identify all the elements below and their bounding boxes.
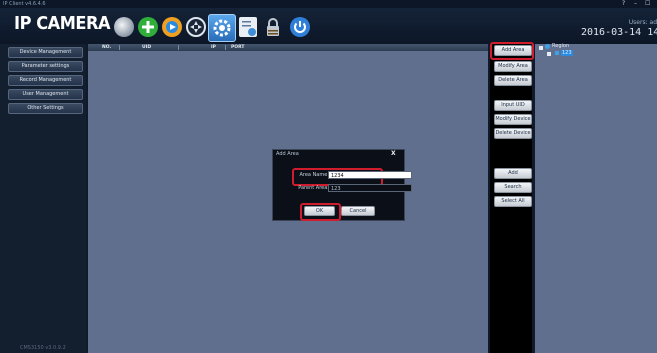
- column-no[interactable]: NO.: [102, 44, 111, 51]
- select-all-button[interactable]: Select All: [494, 196, 532, 207]
- area-name-label: Area Name:: [299, 172, 329, 178]
- device-table-header: NO. UID IP PORT: [88, 44, 488, 51]
- sidebar-item-user-management[interactable]: User Management: [8, 89, 83, 100]
- minimize-button[interactable]: –: [634, 0, 637, 8]
- ok-button[interactable]: OK: [304, 206, 335, 216]
- column-ip[interactable]: IP: [211, 44, 216, 51]
- add-button[interactable]: Add: [494, 168, 532, 179]
- column-uid[interactable]: UID: [142, 44, 151, 51]
- add-area-button[interactable]: Add Area: [494, 45, 532, 56]
- area-icon: [555, 51, 559, 55]
- column-divider: [225, 45, 226, 50]
- column-port[interactable]: PORT: [231, 44, 244, 51]
- tree-node-123[interactable]: 123: [561, 50, 573, 56]
- direction-icon: [190, 21, 202, 33]
- column-divider: [119, 45, 120, 50]
- maximize-button[interactable]: ☐: [645, 0, 650, 8]
- play-icon: [166, 21, 178, 33]
- cancel-button[interactable]: Cancel: [341, 206, 375, 216]
- help-button[interactable]: ?: [622, 0, 625, 8]
- playback-icon[interactable]: [162, 17, 182, 37]
- padlock-icon: [267, 18, 279, 36]
- dialog-title: Add Area: [276, 151, 299, 157]
- camera-view-icon[interactable]: [114, 17, 134, 37]
- window-title-bar: IP Client v4.6.4.6 ? – ☐: [0, 0, 657, 8]
- app-logo: IP CAMERA: [14, 13, 111, 34]
- sidebar-item-other-settings[interactable]: Other Settings: [8, 103, 83, 114]
- window-title: IP Client v4.6.4.6: [3, 1, 46, 7]
- plus-icon: [142, 21, 154, 33]
- column-divider: [178, 45, 179, 50]
- lock-icon[interactable]: [265, 17, 281, 37]
- close-icon[interactable]: X: [391, 150, 396, 157]
- tree-collapse-icon[interactable]: [539, 46, 543, 50]
- area-name-input[interactable]: 1234: [328, 171, 412, 179]
- sidebar-item-device-management[interactable]: Device Management: [8, 47, 83, 58]
- modify-device-button[interactable]: Modify Device: [494, 114, 532, 125]
- region-icon: [545, 44, 550, 49]
- power-icon[interactable]: [290, 17, 310, 37]
- tree-checkbox-icon[interactable]: [547, 52, 551, 56]
- input-uid-button[interactable]: Input UID: [494, 100, 532, 111]
- sidebar-item-parameter-settings[interactable]: Parameter settings: [8, 61, 83, 72]
- current-user: Users: ad: [628, 19, 657, 26]
- delete-device-button[interactable]: Delete Device: [494, 128, 532, 139]
- parent-area-label: Parent Area:: [298, 185, 329, 191]
- config-icon[interactable]: [239, 17, 257, 37]
- gear-icon: [213, 19, 231, 37]
- version-label: CMS3150 v3.0.9.2: [20, 345, 66, 351]
- modify-area-button[interactable]: Modify Area: [494, 61, 532, 72]
- document-gear-icon: [242, 21, 256, 36]
- parent-area-field: 123: [328, 184, 412, 192]
- add-device-icon[interactable]: [138, 17, 158, 37]
- ptz-icon[interactable]: [186, 17, 206, 37]
- search-button[interactable]: Search: [494, 182, 532, 193]
- sidebar-item-record-management[interactable]: Record Management: [8, 75, 83, 86]
- clock: 2016-03-14 14:30:1: [581, 27, 657, 38]
- tree-node-region[interactable]: Region: [552, 43, 569, 49]
- delete-area-button[interactable]: Delete Area: [494, 75, 532, 86]
- settings-icon[interactable]: [208, 14, 236, 42]
- power-symbol-icon: [294, 21, 306, 33]
- area-tree-panel: [535, 44, 657, 353]
